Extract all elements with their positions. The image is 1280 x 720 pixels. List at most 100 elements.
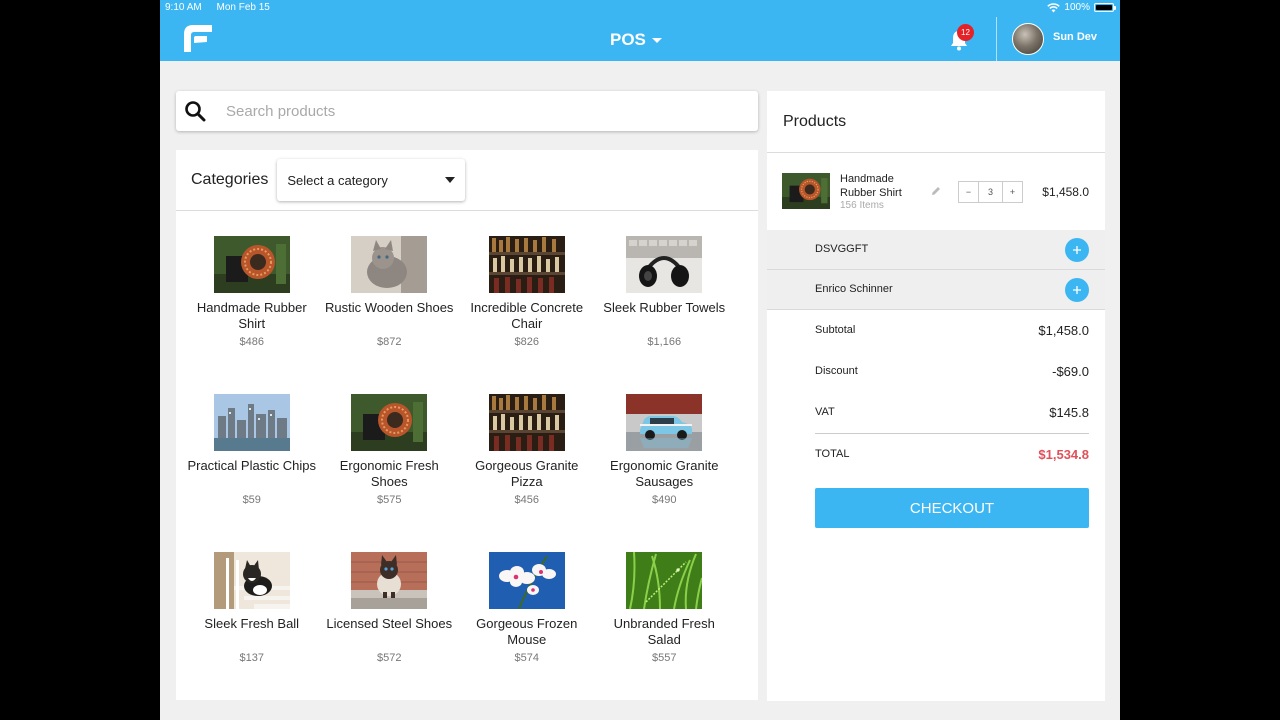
user-name[interactable]: Sun Dev — [1053, 31, 1097, 43]
status-time: 9:10 AM — [165, 2, 202, 13]
product-price: $456 — [514, 494, 539, 506]
discount-row: Discount -$69.0 — [767, 351, 1105, 392]
product-thumbnail — [488, 236, 565, 293]
checkout-button[interactable]: CHECKOUT — [815, 488, 1089, 528]
total-label: TOTAL — [815, 448, 850, 460]
plus-icon — [1073, 286, 1081, 294]
product-card[interactable]: Sleek Fresh Ball $137 — [183, 552, 321, 710]
cart-item-price: $1,458.0 — [1042, 185, 1089, 199]
pos-screen: 9:10 AM Mon Feb 15 100% POS 12 Sun Dev S… — [160, 0, 1120, 720]
search-input[interactable] — [226, 102, 706, 120]
battery-percent: 100% — [1064, 2, 1090, 13]
avatar[interactable] — [1012, 23, 1044, 55]
app-logo-icon[interactable] — [181, 22, 214, 55]
product-name: Gorgeous Frozen Mouse — [476, 616, 578, 647]
cart-title: Products — [767, 91, 1105, 153]
battery-icon — [1094, 3, 1116, 12]
qty-decrement-button[interactable]: − — [958, 181, 979, 203]
product-price: $137 — [239, 652, 264, 664]
total-value: $1,534.8 — [1038, 447, 1089, 462]
pos-title: POS — [610, 30, 646, 49]
product-name: Incredible Concrete Chair — [470, 300, 584, 331]
product-card[interactable]: Ergonomic Fresh Shoes $575 — [321, 394, 459, 552]
subtotal-row: Subtotal $1,458.0 — [767, 310, 1105, 351]
customer-label: Enrico Schinner — [815, 283, 893, 295]
product-price: $872 — [377, 336, 402, 348]
product-grid: Handmade Rubber Shirt $486 Rustic Wooden S… — [183, 236, 733, 710]
product-price: $572 — [377, 652, 402, 664]
plus-icon — [1073, 246, 1081, 254]
product-name: Ergonomic Fresh Shoes — [339, 458, 439, 489]
notification-badge: 12 — [957, 24, 974, 41]
products-panel: Categories Select a category Handmade Ru… — [176, 150, 758, 700]
product-card[interactable]: Licensed Steel Shoes $572 — [321, 552, 459, 710]
product-price: $557 — [652, 652, 677, 664]
vat-row: VAT $145.8 — [767, 392, 1105, 433]
cart-item-thumbnail — [782, 173, 830, 209]
customer-label: DSVGGFT — [815, 243, 869, 255]
total-row: TOTAL $1,534.8 — [767, 434, 1105, 475]
product-name: Sleek Fresh Ball — [204, 616, 300, 631]
qty-value[interactable]: 3 — [979, 181, 1002, 203]
product-thumbnail — [626, 236, 703, 293]
product-card[interactable]: Unbranded Fresh Salad $557 — [596, 552, 734, 710]
product-thumbnail — [351, 394, 428, 451]
subtotal-label: Subtotal — [815, 324, 856, 336]
product-thumbnail — [351, 236, 428, 293]
category-row: Categories Select a category — [176, 150, 758, 211]
cart-item: Handmade Rubber Shirt 156 Items − 3 + $1… — [767, 153, 1105, 230]
categories-label: Categories — [191, 171, 269, 188]
status-date: Mon Feb 15 — [216, 2, 270, 13]
add-customer-button[interactable] — [1065, 238, 1089, 262]
product-price: $826 — [514, 336, 539, 348]
cart-item-stock: 156 Items — [840, 200, 884, 211]
search-bar[interactable] — [176, 91, 758, 131]
header-divider — [996, 17, 997, 61]
pencil-icon[interactable] — [930, 185, 942, 197]
product-card[interactable]: Rustic Wooden Shoes $872 — [321, 236, 459, 394]
product-card[interactable]: Handmade Rubber Shirt $486 — [183, 236, 321, 394]
product-thumbnail — [213, 236, 290, 293]
product-card[interactable]: Ergonomic Granite Sausages $490 — [596, 394, 734, 552]
app-header: 9:10 AM Mon Feb 15 100% POS 12 Sun Dev — [160, 0, 1120, 61]
product-name: Practical Plastic Chips — [187, 458, 317, 473]
discount-value: -$69.0 — [1052, 364, 1089, 379]
product-card[interactable]: Gorgeous Granite Pizza $456 — [458, 394, 596, 552]
product-price: $574 — [514, 652, 539, 664]
product-name: Licensed Steel Shoes — [326, 616, 453, 631]
product-name: Rustic Wooden Shoes — [325, 300, 454, 315]
product-card[interactable]: Incredible Concrete Chair $826 — [458, 236, 596, 394]
search-icon — [185, 101, 206, 122]
vat-value: $145.8 — [1049, 405, 1089, 420]
product-name: Sleek Rubber Towels — [603, 300, 726, 315]
product-price: $59 — [242, 494, 261, 506]
product-card[interactable]: Gorgeous Frozen Mouse $574 — [458, 552, 596, 710]
product-name: Unbranded Fresh Salad — [613, 616, 715, 647]
product-thumbnail — [351, 552, 428, 609]
qty-increment-button[interactable]: + — [1002, 181, 1023, 203]
discount-label: Discount — [815, 365, 858, 377]
category-select[interactable]: Select a category — [277, 159, 466, 201]
category-select-value: Select a category — [287, 172, 388, 188]
product-price: $1,166 — [647, 336, 682, 348]
product-card[interactable]: Practical Plastic Chips $59 — [183, 394, 321, 552]
product-card[interactable]: Sleek Rubber Towels $1,166 — [596, 236, 734, 394]
wifi-icon — [1047, 2, 1061, 12]
subtotal-value: $1,458.0 — [1038, 323, 1089, 338]
product-thumbnail — [626, 552, 703, 609]
add-customer-button[interactable] — [1065, 278, 1089, 302]
product-thumbnail — [213, 394, 290, 451]
product-thumbnail — [488, 394, 565, 451]
caret-down-icon — [445, 177, 456, 183]
product-thumbnail — [213, 552, 290, 609]
product-thumbnail — [488, 552, 565, 609]
quantity-stepper: − 3 + — [958, 181, 1023, 203]
pos-title-dropdown[interactable]: POS — [610, 30, 662, 50]
product-name: Ergonomic Granite Sausages — [610, 458, 719, 489]
product-name: Handmade Rubber Shirt — [196, 300, 307, 331]
product-price: $575 — [377, 494, 402, 506]
status-bar-right: 100% — [1047, 2, 1116, 13]
vat-label: VAT — [815, 406, 835, 418]
product-price: $486 — [239, 336, 264, 348]
customer-row: DSVGGFT — [767, 230, 1105, 270]
